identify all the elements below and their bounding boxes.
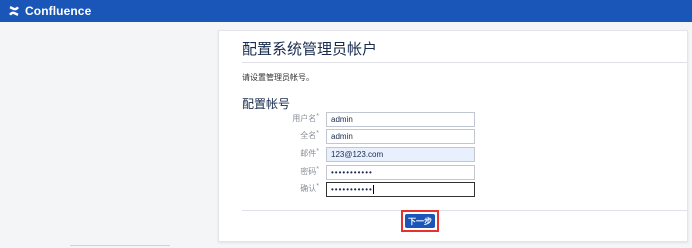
- email-label: 邮件*: [300, 148, 319, 158]
- confluence-logo-icon: [9, 6, 19, 16]
- form-row-password: 密码* •••••••••••: [219, 165, 689, 180]
- confirm-label: 确认*: [300, 183, 319, 193]
- footer-divider: [242, 210, 687, 211]
- page-title: 配置系统管理员帐户: [242, 41, 378, 58]
- title-divider: [242, 62, 687, 63]
- intro-text: 请设置管理员帐号。: [242, 73, 314, 82]
- section-title: 配置帐号: [242, 97, 291, 111]
- fullname-label: 全名*: [300, 130, 319, 140]
- setup-panel: 配置系统管理员帐户 请设置管理员帐号。 配置帐号 用户名* admin 全名* …: [218, 30, 688, 242]
- form-row-confirm: 确认* •••••••••••: [219, 182, 689, 197]
- confluence-logo[interactable]: Confluence: [8, 4, 91, 18]
- form-row-fullname: 全名* admin: [219, 129, 689, 144]
- text-caret: [372, 185, 374, 195]
- email-input[interactable]: 123@123.com: [326, 147, 475, 162]
- confirm-password-input[interactable]: •••••••••••: [326, 182, 475, 197]
- username-input[interactable]: admin: [326, 112, 475, 127]
- left-background: [0, 22, 210, 248]
- top-navigation-bar: Confluence: [0, 0, 692, 22]
- app-name: Confluence: [25, 4, 92, 18]
- form-row-username: 用户名* admin: [219, 112, 689, 127]
- password-label: 密码*: [300, 166, 319, 176]
- form-row-email: 邮件* 123@123.com: [219, 147, 689, 162]
- next-button[interactable]: 下一步: [405, 214, 435, 228]
- fullname-input[interactable]: admin: [326, 129, 475, 144]
- password-input[interactable]: •••••••••••: [326, 165, 475, 180]
- bottom-scroll-indicator: [70, 245, 170, 246]
- username-label: 用户名*: [292, 113, 319, 123]
- confirm-password-value: •••••••••••: [331, 185, 373, 194]
